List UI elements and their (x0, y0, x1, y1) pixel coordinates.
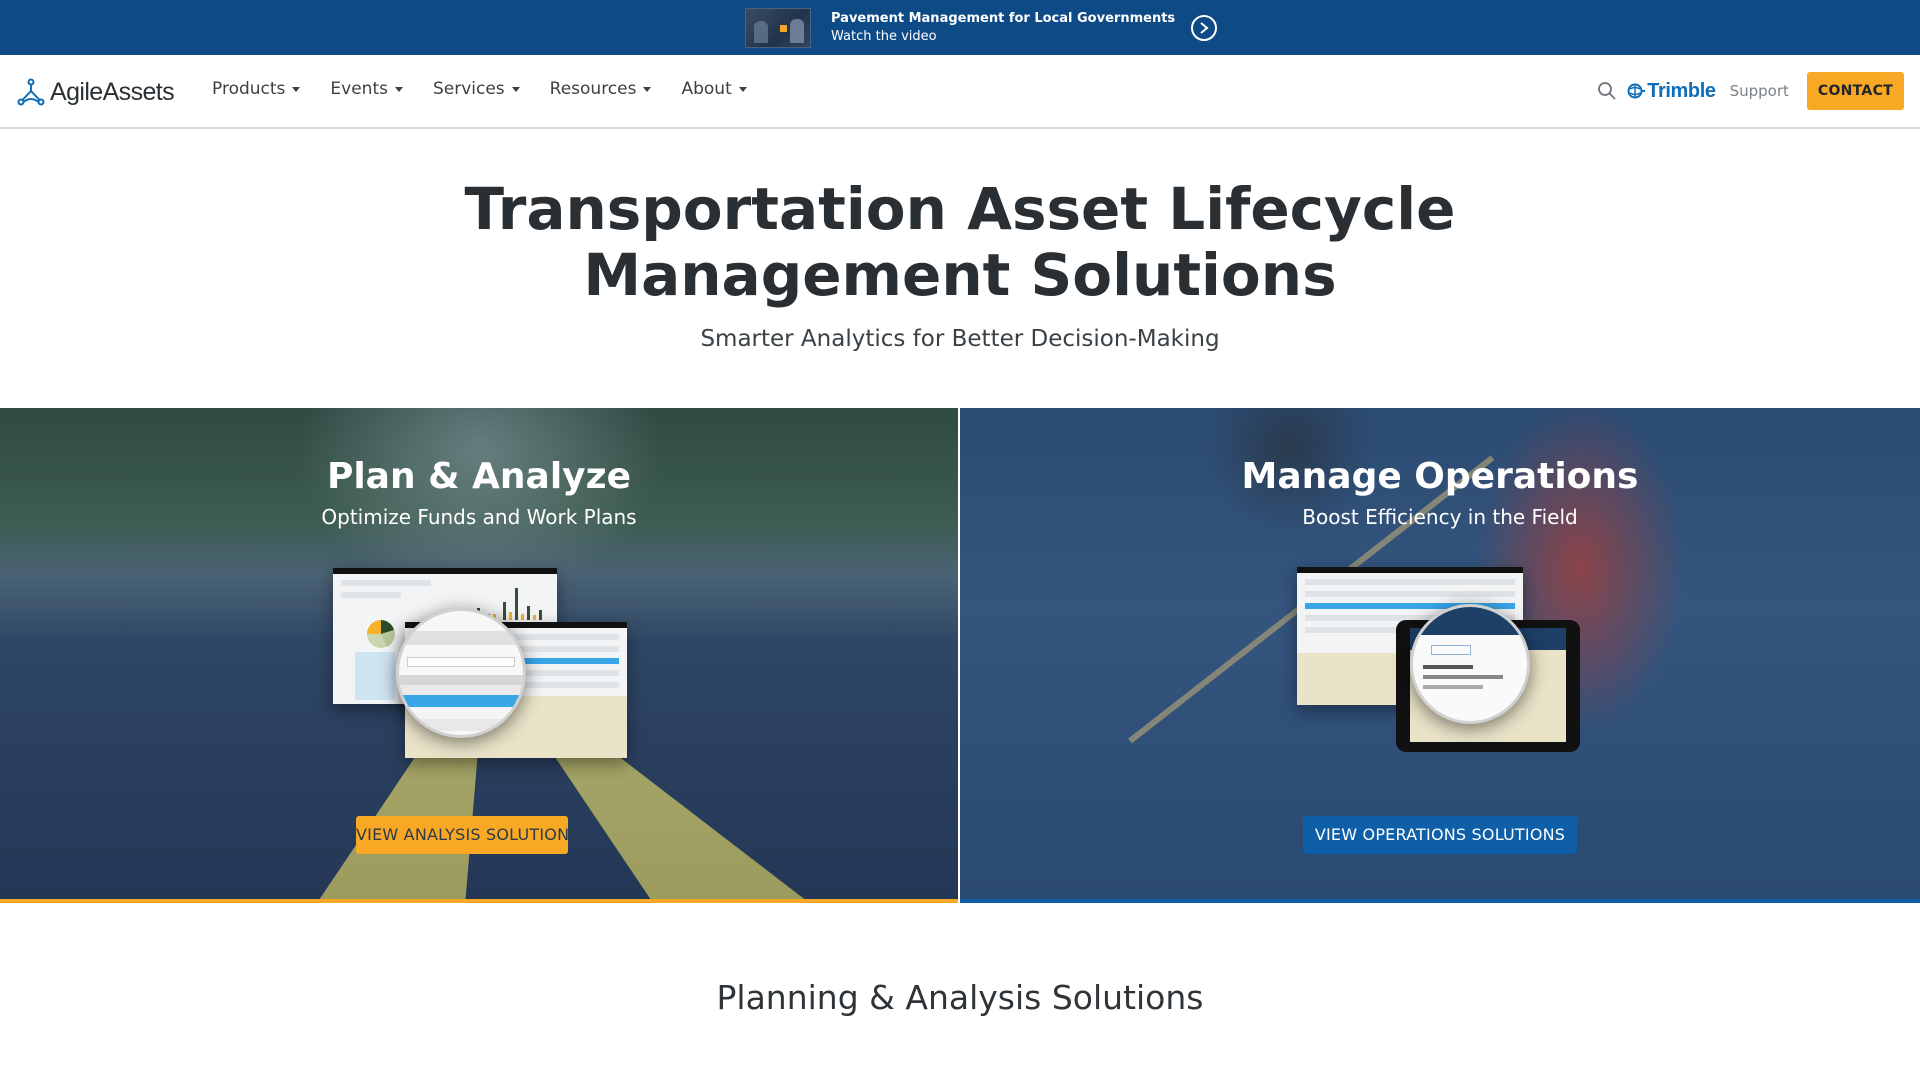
nav-menu: Products Events Services Resources About (212, 79, 777, 99)
page-title-line-1: Transportation Asset Lifecycle (464, 175, 1456, 243)
caret-down-icon (292, 86, 301, 92)
nav-item-label: Services (432, 79, 505, 99)
logo-text: AgileAssets (50, 77, 175, 106)
caret-down-icon (511, 86, 520, 92)
promo-banner: Pavement Management for Local Government… (0, 0, 1920, 55)
agileassets-logo-icon (17, 78, 45, 106)
promo-video-link[interactable]: Pavement Management for Local Government… (745, 8, 1218, 48)
caret-down-icon (394, 86, 403, 92)
trimble-globe-icon (1627, 83, 1646, 99)
video-thumbnail (745, 8, 811, 48)
view-analysis-solutions-button[interactable]: VIEW ANALYSIS SOLUTIONS (356, 816, 579, 854)
nav-item-label: Resources (549, 79, 637, 99)
view-operations-solutions-button[interactable]: VIEW OPERATIONS SOLUTIONS (1303, 816, 1577, 854)
nav-item-products[interactable]: Products (212, 79, 301, 99)
section-heading: Planning & Analysis Solutions (716, 978, 1204, 1017)
magnifier-graphic (396, 608, 526, 738)
panel-subtitle: Boost Efficiency in the Field (1302, 505, 1578, 529)
page-subtitle: Smarter Analytics for Better Decision-Ma… (700, 326, 1220, 352)
panel-title: Manage Operations (1241, 456, 1639, 497)
panel-subtitle: Optimize Funds and Work Plans (321, 505, 637, 529)
nav-utility: Trimble Support CONTACT (1597, 72, 1904, 110)
caret-down-icon (738, 86, 747, 92)
agileassets-logo[interactable]: AgileAssets (16, 77, 175, 107)
search-icon[interactable] (1597, 81, 1617, 101)
promo-title: Pavement Management for Local Government… (831, 11, 1176, 26)
nav-item-events[interactable]: Events (330, 79, 403, 99)
nav-item-services[interactable]: Services (433, 79, 520, 99)
pie-chart-graphic (367, 620, 395, 648)
nav-item-label: About (681, 79, 732, 99)
nav-item-label: Products (212, 79, 286, 99)
page-title: Transportation Asset Lifecycle Managemen… (0, 176, 1920, 308)
chevron-right-circle-icon[interactable] (1191, 15, 1218, 41)
caret-down-icon (643, 86, 652, 92)
trimble-logo-text: Trimble (1647, 79, 1716, 102)
magnifier-graphic (1410, 604, 1530, 724)
nav-item-resources[interactable]: Resources (550, 79, 652, 99)
trimble-link[interactable]: Trimble (1627, 79, 1716, 103)
promo-subtitle: Watch the video (831, 29, 937, 44)
page-title-line-2: Management Solutions (583, 241, 1337, 309)
main-nav: AgileAssets Products Events Services Res… (0, 55, 1920, 129)
support-link[interactable]: Support (1730, 82, 1789, 100)
nav-item-label: Events (330, 79, 388, 99)
nav-item-about[interactable]: About (681, 79, 747, 99)
contact-button[interactable]: CONTACT (1806, 72, 1904, 110)
panel-title: Plan & Analyze (326, 456, 632, 497)
